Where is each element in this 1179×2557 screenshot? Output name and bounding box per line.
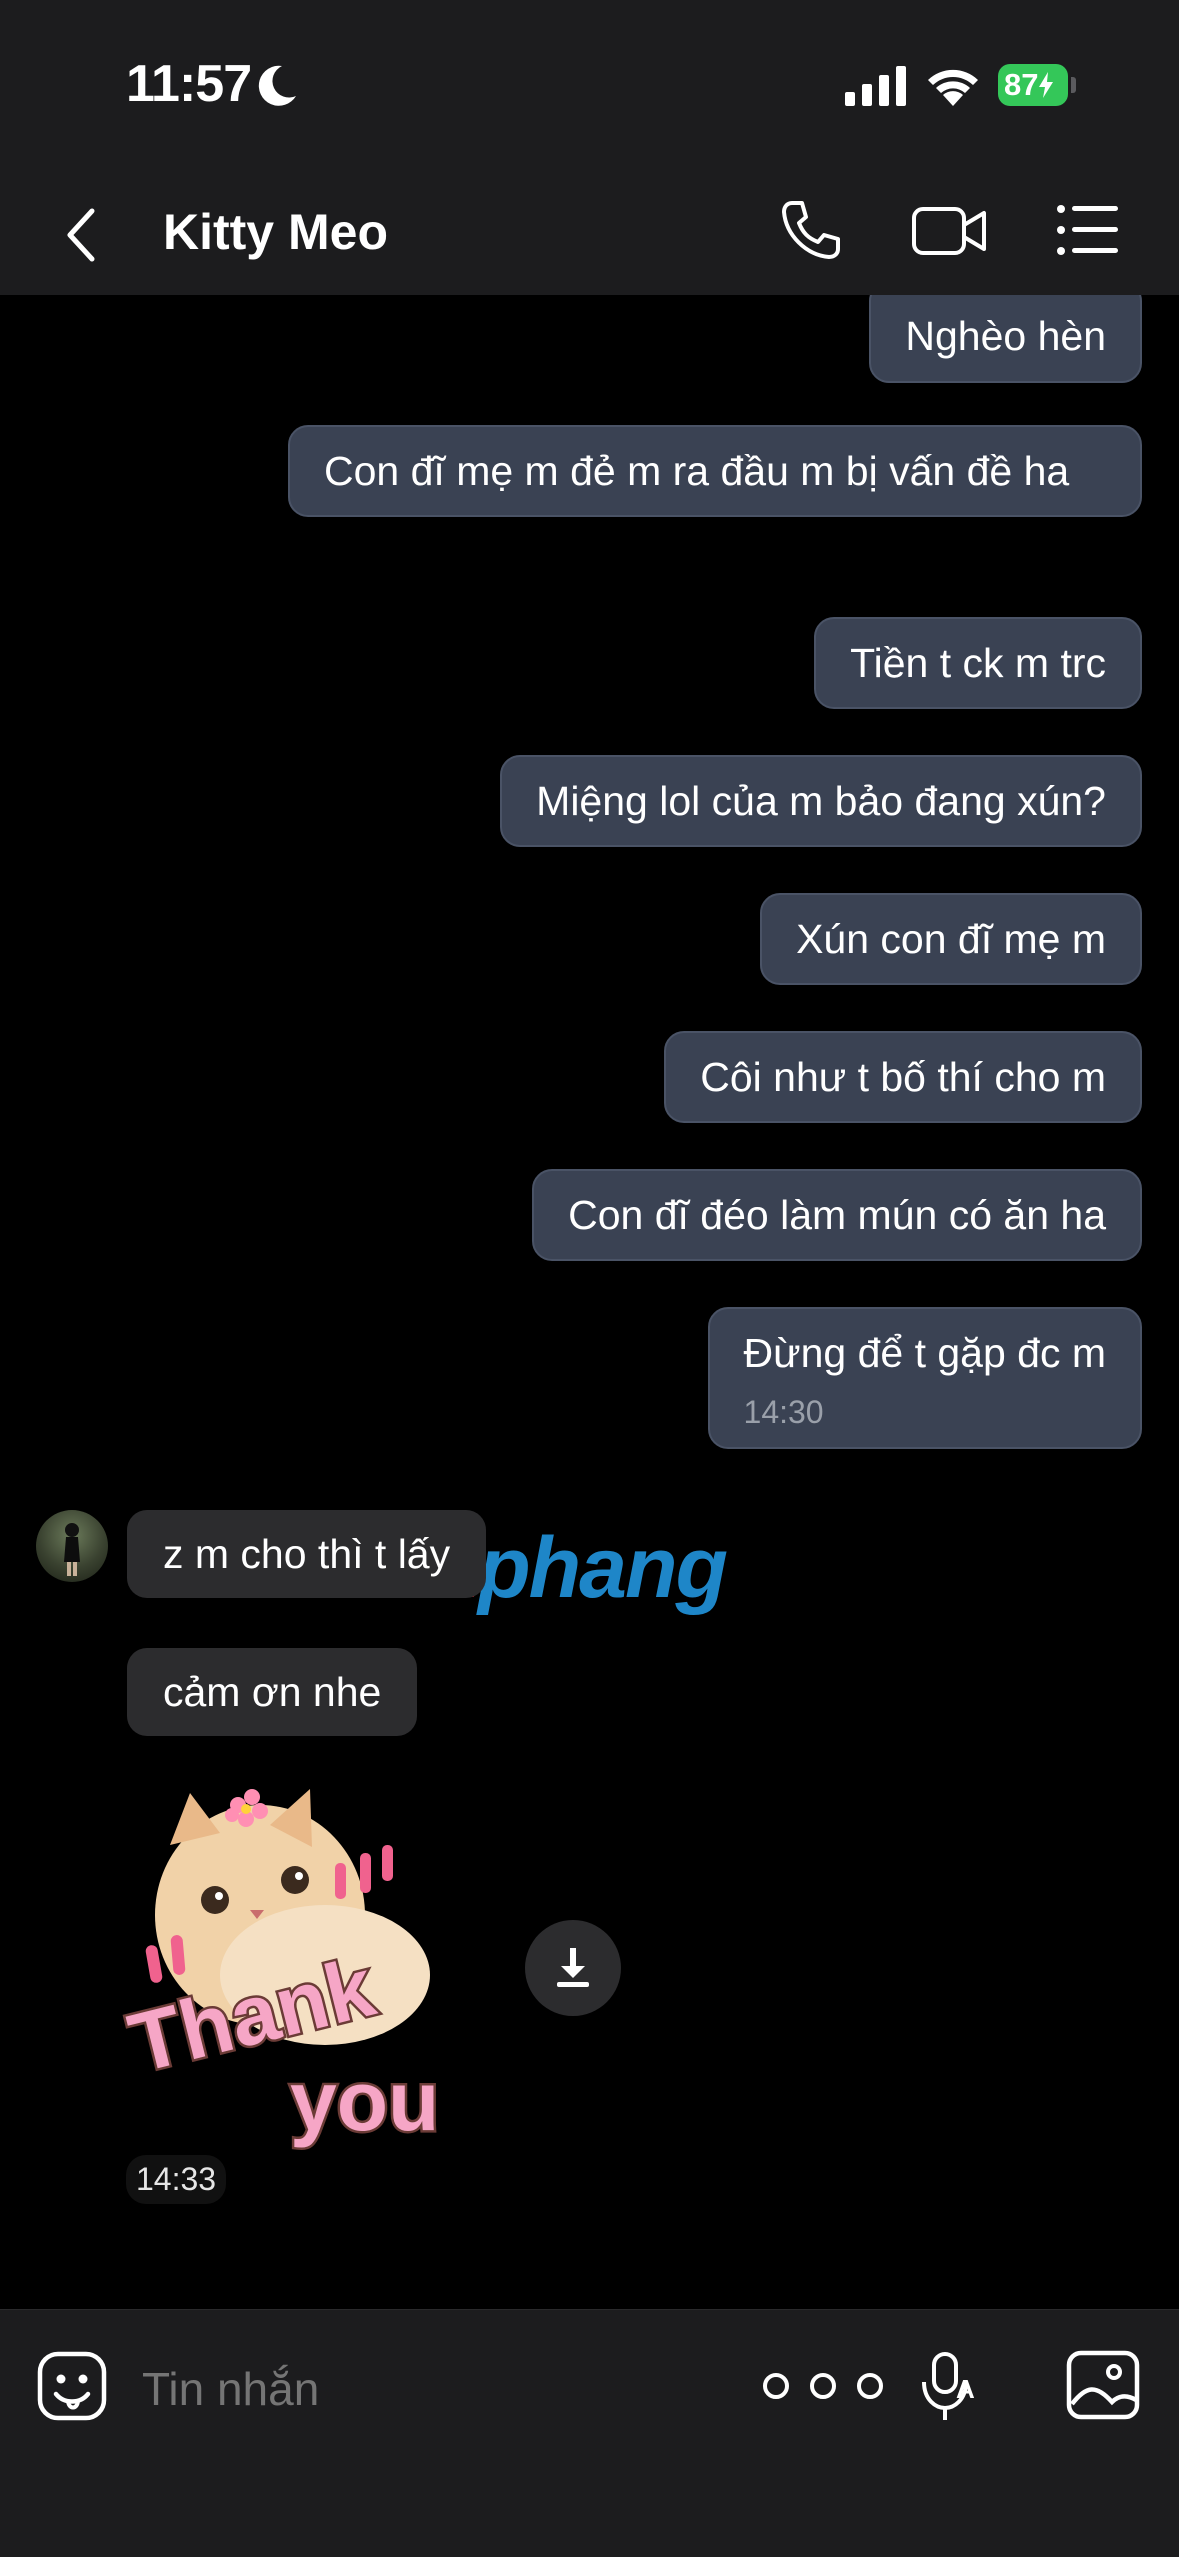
outgoing-message[interactable]: Con đĩ đéo làm mún có ăn ha	[532, 1169, 1142, 1261]
voice-to-text-mic-icon[interactable]: A	[916, 2350, 986, 2424]
wifi-icon	[928, 69, 978, 106]
message-text: Xún con đĩ mẹ m	[796, 916, 1106, 962]
emoji-sticker-icon[interactable]	[36, 2350, 108, 2422]
menu-list-icon[interactable]	[1056, 197, 1120, 263]
sticker-timestamp: 14:33	[126, 2155, 227, 2204]
incoming-message[interactable]: cảm ơn nhe	[127, 1648, 418, 1736]
message-text: cảm ơn nhe	[163, 1669, 382, 1715]
back-chevron-icon[interactable]	[62, 205, 102, 265]
incoming-message[interactable]: z m cho thì t lấy	[127, 1510, 487, 1598]
message-text: z m cho thì t lấy	[163, 1531, 451, 1577]
message-text: Con đĩ đéo làm mún có ăn ha	[568, 1192, 1106, 1238]
battery-cap	[1071, 77, 1076, 93]
message-text: Đừng để t gặp đc m	[743, 1330, 1106, 1376]
outgoing-message[interactable]: Côi như t bố thí cho m	[664, 1031, 1142, 1123]
message-timestamp: 14:30	[743, 1394, 824, 1430]
battery-indicator: 87	[998, 64, 1068, 106]
message-text: Tiền t ck m trc	[850, 640, 1106, 686]
battery-level: 87	[1004, 67, 1039, 102]
message-text: Côi như t bố thí cho m	[700, 1054, 1106, 1100]
message-text: Miệng lol của m bảo đang xún?	[536, 778, 1106, 824]
outgoing-message[interactable]: Nghèo hèn	[869, 295, 1142, 383]
sticker-text-line2: you	[290, 2054, 439, 2148]
contact-name[interactable]: Kitty Meo	[163, 203, 388, 261]
watermark-part2: phang	[478, 1520, 728, 1616]
outgoing-message[interactable]: Miệng lol của m bảo đang xún?	[500, 755, 1142, 847]
download-icon	[557, 1948, 589, 1987]
contact-avatar[interactable]	[36, 1510, 108, 1582]
message-input-bar: A	[0, 2309, 1179, 2557]
charging-bolt-icon	[1039, 72, 1054, 98]
svg-text:A: A	[956, 2374, 975, 2404]
video-call-icon[interactable]	[910, 197, 988, 263]
outgoing-message[interactable]: Xún con đĩ mẹ m	[760, 893, 1142, 985]
moon-icon	[258, 65, 296, 106]
message-input[interactable]	[140, 2350, 704, 2428]
avatar-figure-icon	[64, 1523, 80, 1576]
outgoing-message[interactable]: Con đĩ mẹ m đẻ m ra đầu m bị vấn đề ha	[288, 425, 1142, 517]
more-options-icon[interactable]	[760, 2370, 886, 2402]
cellular-signal-icon	[845, 66, 906, 106]
message-text: Nghèo hèn	[905, 313, 1106, 359]
photo-gallery-icon[interactable]	[1066, 2350, 1140, 2420]
outgoing-message[interactable]: Tiền t ck m trc	[814, 617, 1142, 709]
outgoing-message[interactable]: Đừng để t gặp đc m 14:30	[707, 1307, 1142, 1449]
download-button[interactable]	[525, 1920, 621, 2016]
thank-you-cat-sticker[interactable]: Thank you	[120, 1785, 500, 2155]
chat-header: Kitty Meo	[0, 175, 1179, 295]
message-text: Con đĩ mẹ m đẻ m ra đầu m bị vấn đề ha	[324, 448, 1070, 494]
status-time: 11:57	[126, 55, 252, 113]
phone-call-icon[interactable]	[778, 197, 844, 263]
message-list[interactable]: Nghèo hèn Con đĩ mẹ m đẻ m ra đầu m bị v…	[0, 295, 1179, 2309]
status-bar: 11:57 87	[0, 0, 1179, 175]
